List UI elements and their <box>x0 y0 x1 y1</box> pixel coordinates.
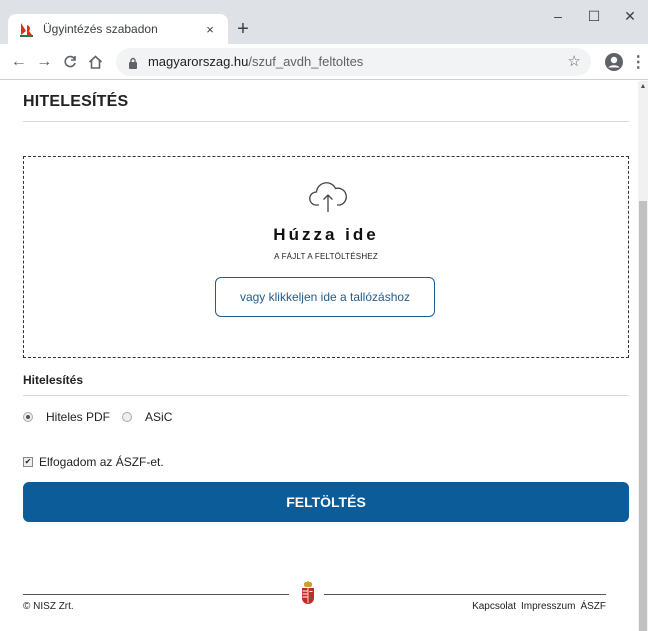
radio-asic[interactable] <box>122 412 133 422</box>
back-button[interactable]: ← <box>6 48 31 76</box>
profile-button[interactable] <box>603 51 625 73</box>
close-window-button[interactable]: ✕ <box>612 0 648 32</box>
tab-close-icon[interactable]: × <box>202 22 218 37</box>
format-options: Hiteles PDF ASiC <box>23 410 184 424</box>
tab-strip: Ügyintézés szabadon × + – ☐ ✕ <box>0 0 648 44</box>
url-text: magyarorszag.hu/szuf_avdh_feltoltes <box>148 54 363 69</box>
maximize-button[interactable]: ☐ <box>576 0 612 32</box>
cloud-upload-icon <box>309 182 347 212</box>
url-path: /szuf_avdh_feltoltes <box>248 54 364 69</box>
reload-button[interactable] <box>57 48 82 76</box>
lock-icon <box>128 56 138 69</box>
browse-files-button[interactable]: vagy klikkeljen ide a tallózáshoz <box>215 277 435 317</box>
radio-label-hiteles-pdf: Hiteles PDF <box>46 410 111 424</box>
radio-hiteles-pdf[interactable] <box>23 412 33 422</box>
page-content: HITELESÍTÉS Húzza ide A FÁJLT A FELTÖLTÉ… <box>0 81 648 631</box>
section-divider <box>23 395 629 396</box>
accept-terms-checkbox[interactable]: ✔ <box>23 457 33 467</box>
site-favicon-icon <box>18 21 34 37</box>
footer-link-aszf[interactable]: ÁSZF <box>580 601 606 612</box>
footer-link-kapcsolat[interactable]: Kapcsolat <box>472 601 516 612</box>
tab-title: Ügyintézés szabadon <box>43 22 158 36</box>
minimize-button[interactable]: – <box>540 0 576 32</box>
browser-menu-icon[interactable]: ⋮ <box>628 51 648 73</box>
page-title: HITELESÍTÉS <box>23 93 129 110</box>
home-icon <box>88 54 102 69</box>
hungarian-crest-icon <box>302 581 314 604</box>
browser-window: Ügyintézés szabadon × + – ☐ ✕ ← → magyar… <box>0 0 648 631</box>
bookmark-star-icon[interactable]: ☆ <box>567 52 580 70</box>
browser-toolbar: ← → magyarorszag.hu/szuf_avdh_feltoltes … <box>0 44 648 80</box>
section-label: Hitelesítés <box>23 373 84 387</box>
reload-icon <box>64 55 76 67</box>
copyright-text: © NISZ Zrt. <box>23 601 74 612</box>
new-tab-button[interactable]: + <box>232 18 254 40</box>
address-bar[interactable]: magyarorszag.hu/szuf_avdh_feltoltes ☆ <box>115 47 591 76</box>
url-host: magyarorszag.hu <box>147 54 249 69</box>
footer-link-impresszum[interactable]: Impresszum <box>521 601 575 612</box>
accept-terms-row: ✔ Elfogadom az ÁSZF-et. <box>23 455 164 469</box>
scroll-up-arrow-icon[interactable]: ▲ <box>638 81 648 93</box>
forward-button[interactable]: → <box>31 48 56 76</box>
window-controls: – ☐ ✕ <box>540 0 648 32</box>
dropzone-subtitle: A FÁJLT A FELTÖLTÉSHEZ <box>274 252 378 261</box>
home-button[interactable] <box>82 48 107 76</box>
page-scrollbar[interactable]: ▲ <box>638 81 648 631</box>
dropzone-title: Húzza ide <box>273 225 379 244</box>
upload-button[interactable]: FELTÖLTÉS <box>23 482 629 522</box>
radio-label-asic: ASiC <box>145 410 173 424</box>
accept-terms-label: Elfogadom az ÁSZF-et. <box>39 455 164 469</box>
footer-divider-left <box>23 594 289 595</box>
scroll-thumb[interactable] <box>639 201 647 631</box>
title-divider <box>23 121 629 122</box>
footer-divider-right <box>324 594 606 595</box>
account-icon <box>604 52 623 71</box>
footer-links: Kapcsolat Impresszum ÁSZF <box>472 601 606 612</box>
browser-tab[interactable]: Ügyintézés szabadon × <box>8 14 228 44</box>
file-dropzone[interactable]: Húzza ide A FÁJLT A FELTÖLTÉSHEZ vagy kl… <box>23 156 629 358</box>
